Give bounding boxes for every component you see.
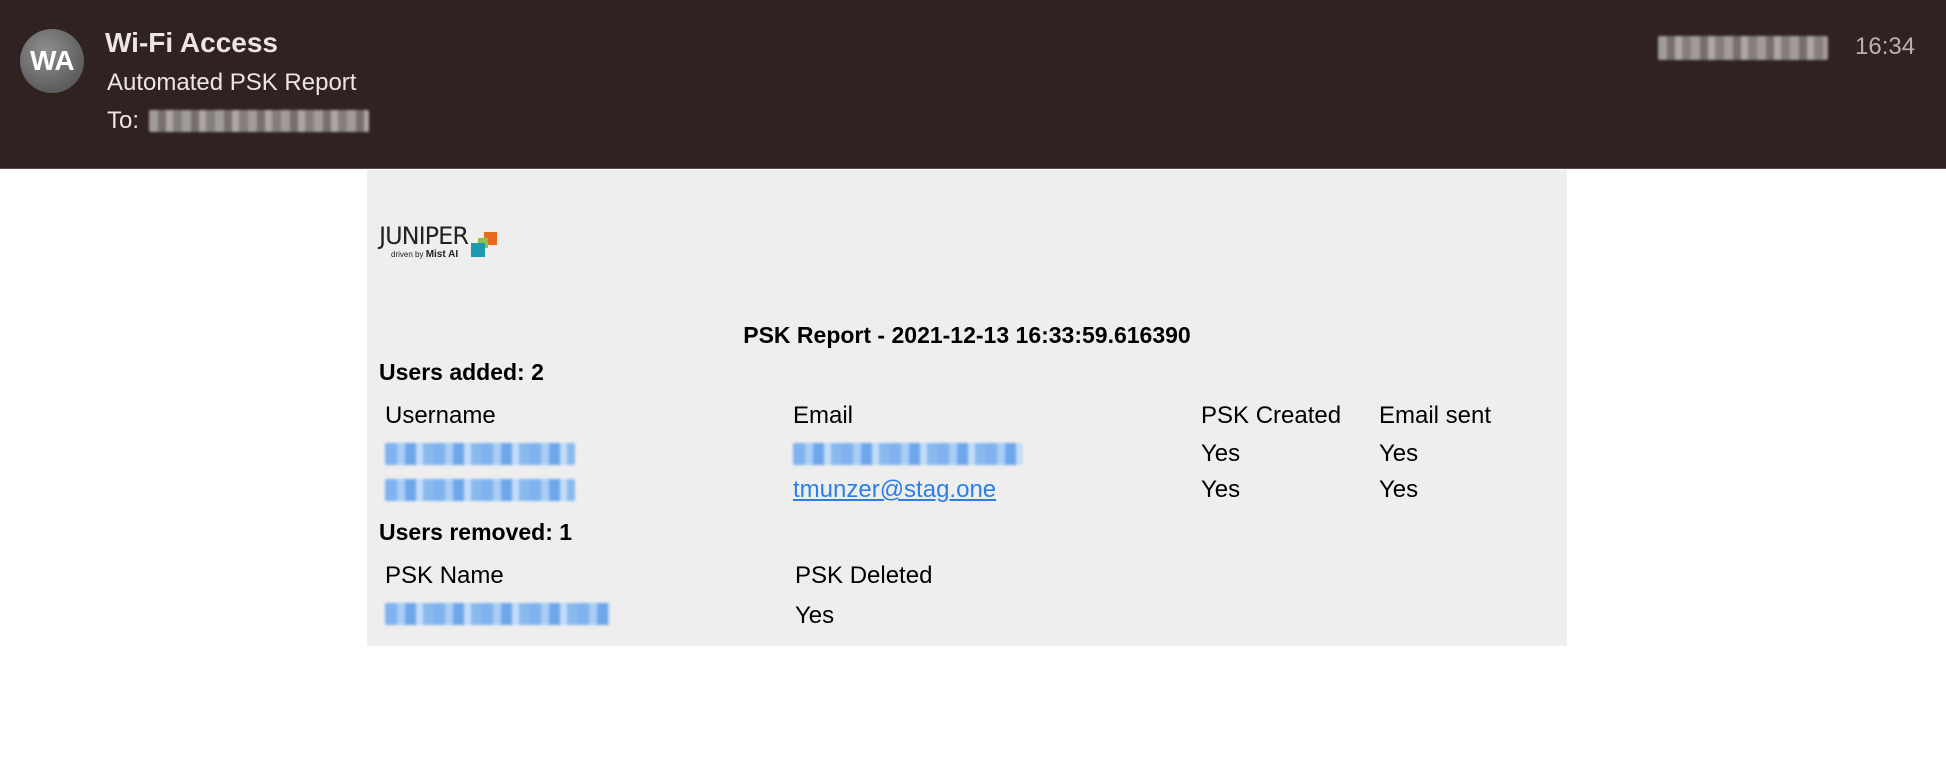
report-body: JUNIPER driven by Mist AI PSK Report - 2… (367, 170, 1567, 646)
psk-deleted-value: Yes (795, 602, 835, 629)
psk-created-value: Yes (1201, 440, 1241, 467)
psk-created-value: Yes (1201, 476, 1241, 503)
email-time: 16:34 (1855, 33, 1916, 60)
column-header-email-sent: Email sent (1379, 402, 1492, 429)
report-title: PSK Report - 2021-12-13 16:33:59.616390 (743, 322, 1191, 348)
column-header-psk-name: PSK Name (385, 562, 504, 589)
email-sent-value: Yes (1379, 440, 1419, 467)
email-sent-value: Yes (1379, 476, 1419, 503)
column-header-username: Username (385, 402, 496, 429)
email-header: WA Wi-Fi Access Automated PSK Report To:… (0, 0, 1946, 169)
redacted-psk-name-link[interactable] (385, 603, 610, 625)
redacted-header-meta (1658, 36, 1828, 60)
column-header-psk-created: PSK Created (1201, 402, 1342, 429)
logo-square-teal (471, 243, 485, 257)
logo-tagline: driven by Mist AI (391, 249, 459, 260)
recipient-row: To: (107, 107, 370, 135)
email-subject: Automated PSK Report (107, 69, 357, 96)
redacted-email-link[interactable] (793, 443, 1023, 465)
sender-avatar[interactable]: WA (20, 29, 84, 93)
to-label: To: (107, 107, 140, 134)
users-removed-heading: Users removed: 1 (379, 519, 573, 545)
users-added-heading: Users added: 2 (379, 359, 544, 385)
redacted-username-link[interactable] (385, 479, 575, 501)
redacted-recipient[interactable] (149, 110, 370, 132)
juniper-mist-logo: JUNIPER driven by Mist AI (379, 222, 509, 262)
column-header-email: Email (793, 402, 854, 429)
logo-wordmark: JUNIPER (379, 222, 469, 250)
column-header-psk-deleted: PSK Deleted (795, 562, 933, 589)
sender-name[interactable]: Wi-Fi Access (105, 27, 278, 59)
redacted-username-link[interactable] (385, 443, 575, 465)
email-link[interactable]: tmunzer@stag.one (793, 476, 996, 504)
